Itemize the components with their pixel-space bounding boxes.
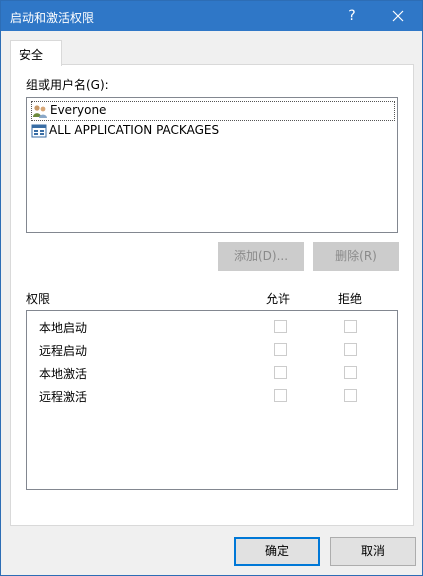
close-button[interactable] [384, 4, 412, 28]
allow-checkbox[interactable] [274, 389, 287, 402]
add-button[interactable]: 添加(D)... [218, 242, 304, 271]
list-item-everyone[interactable]: Everyone [31, 101, 395, 121]
permission-label: 远程启动 [39, 344, 88, 358]
permission-label: 远程激活 [39, 390, 88, 404]
window-title: 启动和激活权限 [10, 11, 95, 25]
permissions-list: 本地启动 远程启动 本地激活 远程激活 [26, 310, 398, 490]
permission-row-local-activation: 本地激活 [27, 362, 397, 384]
permission-label: 本地启动 [39, 321, 88, 335]
help-button[interactable]: ? [338, 4, 366, 28]
user-name: Everyone [50, 103, 107, 117]
title-bar: 启动和激活权限 ? [1, 1, 422, 31]
remove-button[interactable]: 删除(R) [313, 242, 399, 271]
permission-row-remote-launch: 远程启动 [27, 339, 397, 361]
group-user-label: 组或用户名(G): [26, 78, 109, 92]
permission-row-local-launch: 本地启动 [27, 316, 397, 338]
allow-checkbox[interactable] [274, 343, 287, 356]
app-packages-icon [31, 124, 47, 138]
users-group-icon [33, 105, 47, 118]
user-name: ALL APPLICATION PACKAGES [49, 123, 220, 137]
tab-security[interactable]: 安全 [10, 40, 62, 66]
permission-label: 本地激活 [39, 367, 88, 381]
deny-checkbox[interactable] [344, 343, 357, 356]
deny-checkbox[interactable] [344, 320, 357, 333]
ok-button[interactable]: 确定 [234, 537, 320, 566]
dialog-window: 启动和激活权限 ? 安全 组或用户名(G): Everyone ALL APPL… [0, 0, 423, 576]
permission-row-remote-activation: 远程激活 [27, 385, 397, 407]
allow-checkbox[interactable] [274, 366, 287, 379]
close-icon [392, 10, 404, 22]
deny-column-header: 拒绝 [338, 292, 363, 306]
cancel-button[interactable]: 取消 [330, 537, 416, 566]
deny-checkbox[interactable] [344, 366, 357, 379]
security-tab-panel: 组或用户名(G): Everyone ALL APPLICATION PACKA… [10, 64, 414, 526]
permissions-header: 权限 [26, 292, 51, 306]
tab-label: 安全 [19, 48, 44, 62]
allow-column-header: 允许 [266, 292, 291, 306]
allow-checkbox[interactable] [274, 320, 287, 333]
deny-checkbox[interactable] [344, 389, 357, 402]
user-list[interactable]: Everyone ALL APPLICATION PACKAGES [26, 97, 398, 233]
